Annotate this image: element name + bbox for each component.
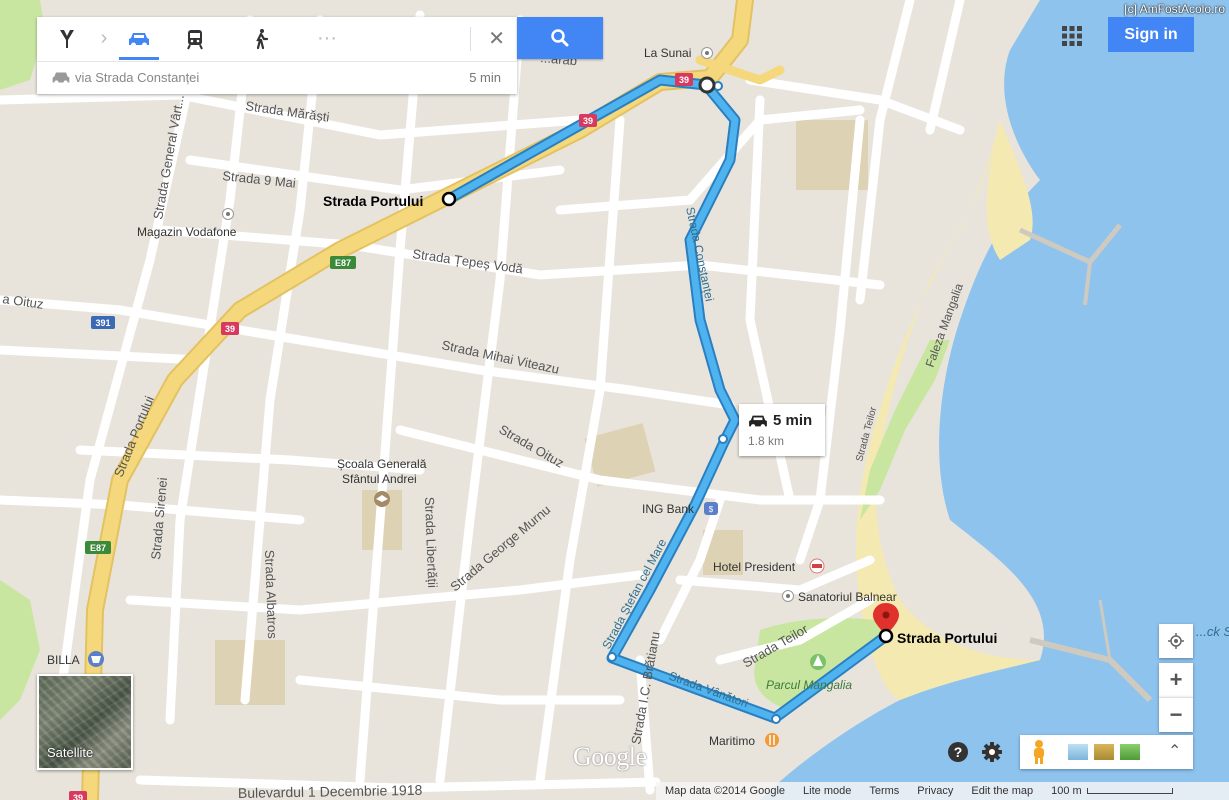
map-footer: Map data ©2014 Google Lite mode Terms Pr… xyxy=(656,782,1229,800)
road-shield: 391 xyxy=(91,316,115,329)
more-icon[interactable]: ··· xyxy=(299,17,355,60)
road-shield: E87 xyxy=(330,256,356,269)
privacy-link[interactable]: Privacy xyxy=(908,785,962,797)
map-data-attribution: Map data ©2014 Google xyxy=(665,785,786,797)
poi-label: La Sunai xyxy=(644,46,691,60)
pegman-icon[interactable] xyxy=(1030,739,1048,765)
origin-marker[interactable] xyxy=(441,191,457,207)
shield-label: 39 xyxy=(679,75,689,85)
origin-label: Strada Portului xyxy=(323,193,423,209)
poi-label: Maritimo xyxy=(709,734,755,748)
walk-icon[interactable] xyxy=(233,17,289,60)
my-location-button[interactable] xyxy=(1159,624,1193,658)
route-time: 5 min xyxy=(469,70,501,85)
watermark: [c] AmFostAcolo.ro xyxy=(1124,2,1225,16)
poi-label: Școala Generală xyxy=(337,457,427,471)
chevron-up-icon[interactable]: ⌃ xyxy=(1168,741,1181,761)
location-icon xyxy=(1168,633,1184,649)
apps-grid-icon[interactable] xyxy=(1060,24,1084,48)
car-icon xyxy=(747,413,769,434)
help-icon[interactable]: ? xyxy=(946,740,970,764)
street-label: Strada Libertății xyxy=(422,497,440,589)
street-label: Strada Albatros xyxy=(262,550,280,640)
svg-text:?: ? xyxy=(954,744,963,760)
directions-icon[interactable] xyxy=(37,17,97,60)
shield-label: 39 xyxy=(73,793,83,800)
directions-panel: › ··· ✕ via Strada Constanței 5 min xyxy=(37,17,517,94)
scale-line xyxy=(1086,788,1173,794)
poi-label: Sanatoriul Balnear xyxy=(798,590,897,604)
destination-label: Strada Portului xyxy=(897,630,997,646)
zoom-in-button[interactable]: + xyxy=(1159,663,1193,697)
google-logo: Google xyxy=(573,742,647,771)
settings-gear-icon[interactable] xyxy=(980,740,1004,764)
imagery-bar: ⌃ xyxy=(1020,735,1193,769)
shield-label: E87 xyxy=(90,543,106,553)
map-canvas[interactable]: 39 39 39 39 E87 E87 391 Strada Mărăști S… xyxy=(0,0,1229,800)
shield-label: 391 xyxy=(95,318,110,328)
imagery-thumb-earth[interactable] xyxy=(1094,744,1114,760)
poi-label: ING Bank xyxy=(642,502,695,516)
terms-link[interactable]: Terms xyxy=(860,785,908,797)
route-via-label: via Strada Constanței xyxy=(75,70,200,85)
satellite-toggle[interactable]: Satellite xyxy=(37,674,133,770)
shop-icon[interactable] xyxy=(88,651,104,667)
park-icon[interactable] xyxy=(810,654,826,670)
poi-label: Hotel President xyxy=(713,560,796,574)
svg-text:$: $ xyxy=(709,505,714,514)
poi-label: Sfântul Andrei xyxy=(342,472,417,486)
route-duration: 5 min xyxy=(773,412,813,429)
poi-icon[interactable] xyxy=(222,208,234,220)
search-button[interactable] xyxy=(517,17,603,59)
route-info-bubble[interactable]: 5 min 1.8 km xyxy=(739,404,825,456)
school-icon[interactable] xyxy=(374,491,390,507)
bank-icon[interactable]: $ xyxy=(704,502,718,515)
route-option[interactable]: via Strada Constanței 5 min xyxy=(37,61,517,95)
search-icon xyxy=(551,29,569,47)
road-shield: 39 xyxy=(69,791,87,800)
route-distance: 1.8 km xyxy=(748,434,785,448)
car-icon xyxy=(51,70,71,88)
scale-label: 100 m xyxy=(1051,785,1082,797)
street-label: Bulevardul 1 Decembrie 1918 xyxy=(238,782,423,800)
shield-label: 39 xyxy=(583,116,593,126)
hotel-icon[interactable] xyxy=(809,558,825,574)
water-label: ...ck Sea xyxy=(1196,624,1229,639)
car-icon[interactable] xyxy=(111,17,167,60)
waypoint-marker[interactable] xyxy=(698,76,716,94)
shield-label: E87 xyxy=(335,258,351,268)
restaurant-icon[interactable] xyxy=(765,733,779,747)
imagery-thumb-water[interactable] xyxy=(1068,744,1088,760)
scale-bar[interactable]: 100 m xyxy=(1042,785,1182,797)
travel-mode-row: › ··· ✕ xyxy=(37,17,517,60)
satellite-label: Satellite xyxy=(47,745,94,760)
edit-map-link[interactable]: Edit the map xyxy=(962,785,1042,797)
poi-label: BILLA xyxy=(47,653,80,667)
sign-in-button[interactable]: Sign in xyxy=(1108,17,1194,52)
road-shield: 39 xyxy=(675,73,693,86)
poi-icon[interactable] xyxy=(782,590,794,602)
poi-label: Parcul Mangalia xyxy=(766,678,852,692)
poi-icon[interactable] xyxy=(701,47,713,59)
transit-icon[interactable] xyxy=(167,17,223,60)
road-shield: E87 xyxy=(85,541,111,554)
poi-label: Magazin Vodafone xyxy=(137,225,237,239)
chevron-right-icon: › xyxy=(100,27,108,49)
road-shield: 39 xyxy=(579,114,597,127)
divider xyxy=(470,27,471,51)
zoom-out-button[interactable]: − xyxy=(1159,697,1193,732)
shield-label: 39 xyxy=(225,324,235,334)
road-shield: 39 xyxy=(221,322,239,335)
imagery-thumb-terrain[interactable] xyxy=(1120,744,1140,760)
close-icon[interactable]: ✕ xyxy=(488,26,505,51)
lite-mode-link[interactable]: Lite mode xyxy=(794,785,860,797)
